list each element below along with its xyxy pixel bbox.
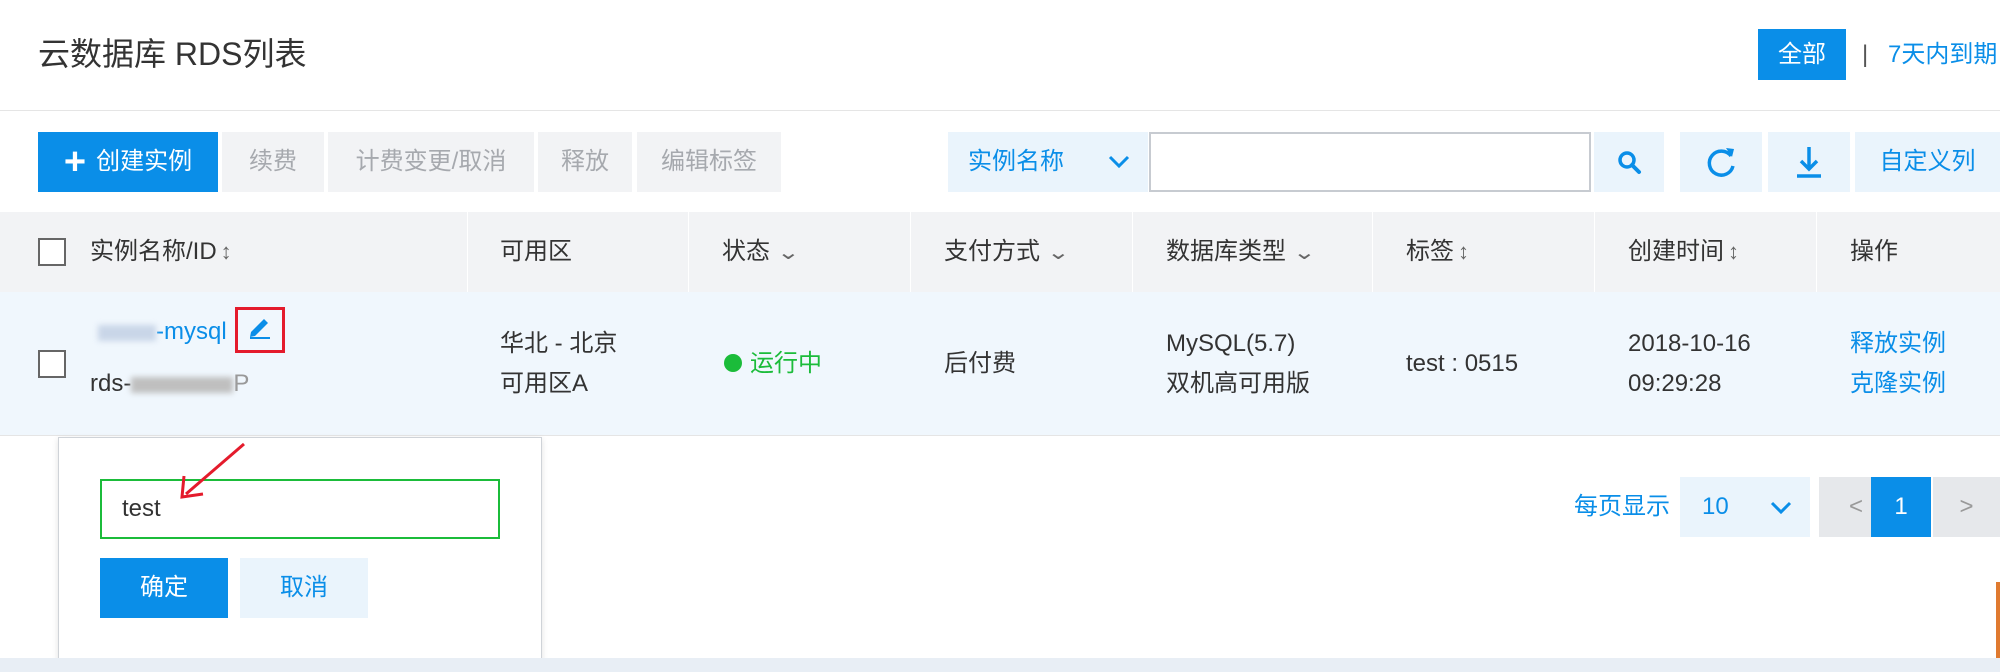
tag-value: test : 0515: [1406, 350, 1519, 377]
chevron-down-icon: [1108, 132, 1130, 215]
column-divider: [1132, 212, 1133, 292]
zone-region: 华北 - 北京: [500, 330, 618, 357]
release-button[interactable]: 释放: [538, 132, 632, 192]
billing-change-button[interactable]: 计费变更/取消: [328, 132, 534, 192]
release-instance-link[interactable]: 释放实例: [1850, 324, 1946, 364]
edit-name-popup: [58, 437, 542, 669]
filter-expiring-link[interactable]: 7天内到期: [1888, 29, 1997, 80]
clone-instance-link[interactable]: 克隆实例: [1850, 364, 1946, 404]
search-input[interactable]: [1149, 132, 1591, 192]
zone-area: 可用区A: [500, 370, 589, 397]
column-header-name[interactable]: 实例名称/ID ↕: [90, 212, 232, 292]
page-title: 云数据库 RDS列表: [38, 36, 307, 72]
redacted-text: [98, 324, 156, 341]
status-badge: 运行中: [724, 344, 822, 384]
renew-button[interactable]: 续费: [222, 132, 324, 192]
per-page-label: 每页显示: [1574, 493, 1670, 520]
column-header-payment[interactable]: 支付方式 ⌄: [944, 212, 1071, 292]
edit-name-button[interactable]: [235, 307, 285, 353]
column-header-tags[interactable]: 标签 ↕: [1406, 212, 1469, 292]
instance-name-link[interactable]: -mysql: [98, 312, 227, 352]
filter-separator: |: [1862, 41, 1869, 68]
column-header-created[interactable]: 创建时间 ↕: [1628, 212, 1739, 292]
sort-icon[interactable]: ↕: [221, 212, 232, 292]
annotation-arrow-icon: [180, 442, 245, 499]
column-divider: [1372, 212, 1373, 292]
bottom-strip: [0, 658, 2000, 672]
search-type-select[interactable]: 实例名称: [948, 132, 1148, 192]
created-time: 09:29:28: [1628, 370, 1722, 397]
payment-type: 后付费: [944, 350, 1016, 377]
chevron-down-icon: ⌄: [1046, 242, 1071, 264]
custom-columns-button[interactable]: 自定义列: [1855, 132, 2000, 192]
download-icon: [1792, 147, 1826, 198]
filter-all-button[interactable]: 全部: [1758, 29, 1846, 80]
column-divider: [910, 212, 911, 292]
search-button[interactable]: [1594, 132, 1664, 192]
select-all-checkbox[interactable]: [38, 238, 66, 266]
db-edition: 双机高可用版: [1166, 370, 1310, 397]
search-icon: [1616, 151, 1642, 198]
edit-tags-button[interactable]: 编辑标签: [637, 132, 781, 192]
redacted-text: [131, 376, 234, 393]
column-divider: [1594, 212, 1595, 292]
cancel-button[interactable]: 取消: [240, 558, 368, 618]
column-divider: [467, 212, 468, 292]
column-header-zone: 可用区: [500, 238, 572, 265]
refresh-button[interactable]: [1680, 132, 1762, 192]
created-date: 2018-10-16: [1628, 330, 1751, 357]
sort-icon[interactable]: ↕: [1458, 212, 1469, 292]
next-page-button[interactable]: >: [1933, 477, 2000, 537]
chevron-down-icon: ⌄: [1292, 242, 1317, 264]
chevron-down-icon: ⌄: [776, 242, 801, 264]
column-divider: [1816, 212, 1817, 292]
refresh-icon: [1704, 148, 1738, 198]
row-checkbox[interactable]: [38, 350, 66, 378]
column-header-status[interactable]: 状态 ⌄: [722, 212, 801, 292]
search-type-label: 实例名称: [968, 148, 1064, 175]
pencil-icon: [247, 314, 273, 347]
column-divider: [688, 212, 689, 292]
confirm-button[interactable]: 确定: [100, 558, 228, 618]
create-instance-label: 创建实例: [96, 148, 193, 175]
per-page-select[interactable]: 10: [1680, 477, 1810, 537]
instance-id: rds- P: [90, 370, 250, 397]
page-1-button[interactable]: 1: [1871, 477, 1931, 537]
status-dot-icon: [724, 353, 742, 372]
db-engine: MySQL(5.7): [1166, 330, 1296, 357]
instance-name-input[interactable]: [100, 479, 500, 539]
create-instance-button[interactable]: + 创建实例: [38, 132, 218, 192]
per-page-value: 10: [1702, 493, 1729, 520]
chevron-down-icon: [1770, 477, 1792, 560]
header-divider: [0, 110, 2000, 111]
column-header-db-type[interactable]: 数据库类型 ⌄: [1166, 212, 1317, 292]
plus-icon: +: [63, 141, 87, 183]
edge-marker: [1996, 582, 2000, 658]
download-button[interactable]: [1768, 132, 1850, 192]
column-header-actions: 操作: [1850, 238, 1898, 265]
sort-icon[interactable]: ↕: [1728, 212, 1739, 292]
